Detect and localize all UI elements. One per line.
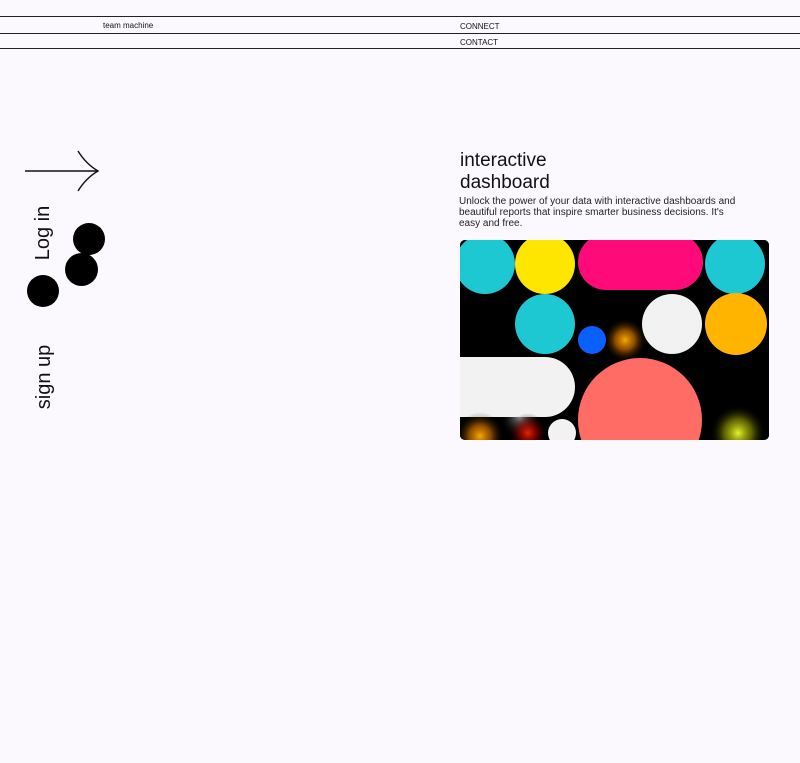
bottom-rule (0, 48, 800, 49)
pink-pill (578, 240, 703, 290)
middle-rule (0, 33, 800, 34)
page-title: interactive dashboard (460, 150, 680, 194)
hero-description: Unlock the power of your data with inter… (459, 196, 736, 229)
decorative-dot-bottom (27, 275, 59, 307)
shapes-illustration (460, 240, 769, 440)
decorative-dot-middle (65, 253, 98, 286)
title-line-2: dashboard (460, 172, 550, 193)
orange-circle (705, 293, 767, 355)
decorative-dot-top (73, 223, 105, 255)
signup-link[interactable]: sign up (32, 337, 56, 417)
blue-dot (578, 326, 606, 354)
cyan-circle-middle (515, 294, 575, 354)
connect-link[interactable]: CONNECT (460, 22, 500, 32)
white-circle (642, 294, 702, 354)
top-rule (0, 16, 800, 17)
arrow-right-icon[interactable] (22, 148, 104, 194)
login-link[interactable]: Log in (31, 198, 55, 268)
brand-name[interactable]: team machine (103, 21, 153, 31)
contact-link[interactable]: CONTACT (460, 38, 498, 48)
title-line-1: interactive (460, 150, 547, 171)
orange-glow (603, 318, 647, 362)
white-pill (460, 357, 575, 417)
dashboard-preview-image (460, 240, 769, 440)
